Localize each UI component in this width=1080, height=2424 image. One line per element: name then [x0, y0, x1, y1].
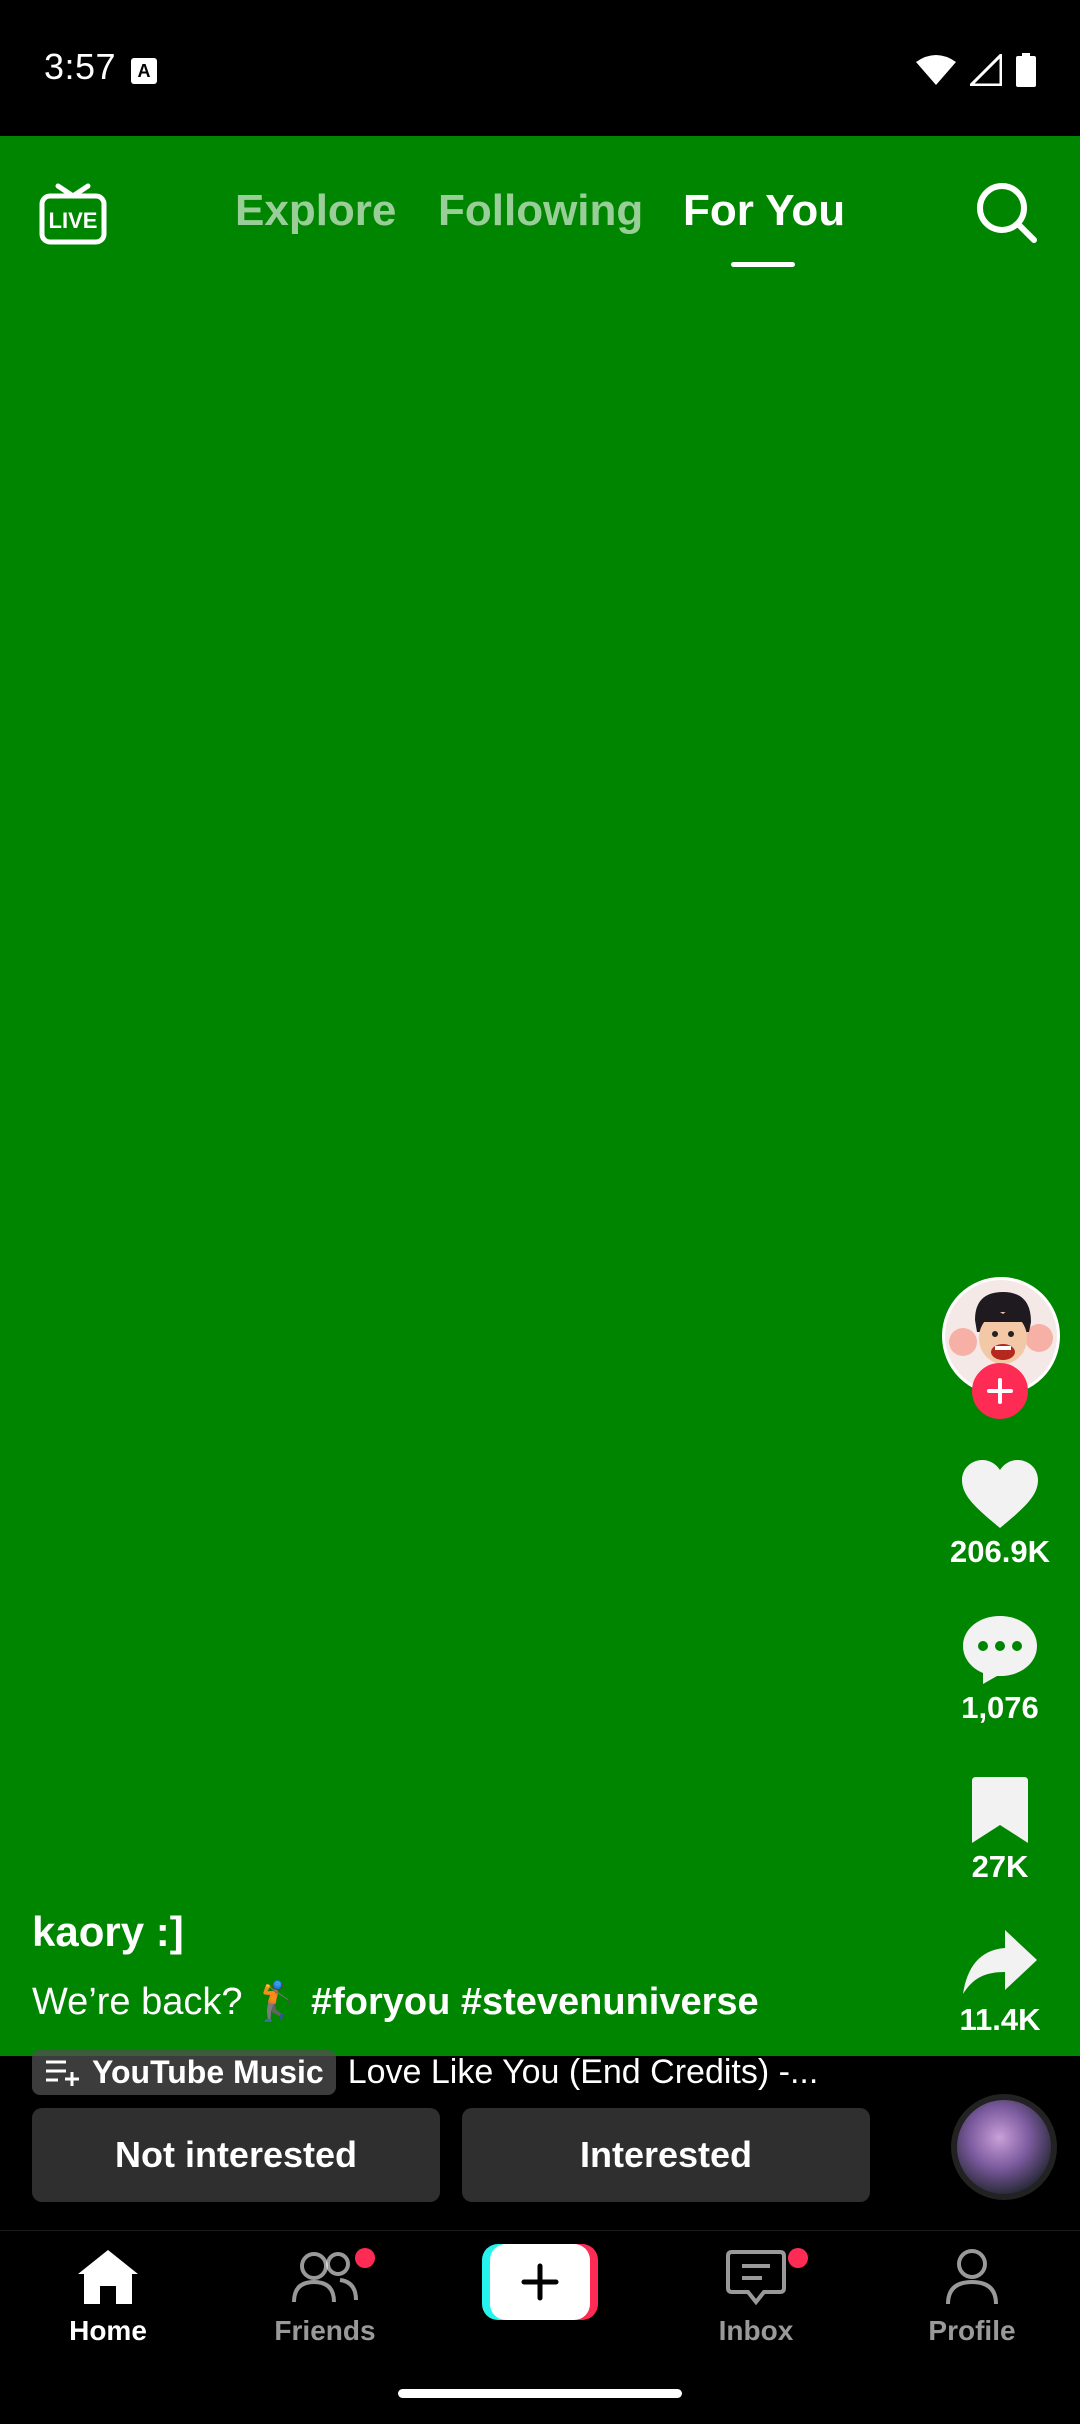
creator-username[interactable]: kaory :] — [32, 1908, 184, 1956]
caption-hashtags[interactable]: #foryou #stevenuniverse — [311, 1981, 759, 2023]
creator-avatar-group — [942, 1277, 1060, 1419]
youtube-music-chip[interactable]: YouTube Music — [32, 2049, 336, 2095]
like-button[interactable]: 206.9K — [930, 1458, 1070, 1570]
plus-icon — [987, 1378, 1013, 1404]
interested-button[interactable]: Interested — [462, 2108, 870, 2202]
notification-icon: A — [131, 58, 157, 84]
tab-following[interactable]: Following — [438, 186, 643, 236]
video-player[interactable] — [0, 136, 1080, 2056]
tab-for-you[interactable]: For You — [683, 186, 845, 236]
add-to-playlist-icon — [46, 2060, 79, 2086]
search-icon — [977, 183, 1037, 243]
plus-icon — [521, 2263, 559, 2301]
inbox-notification-dot — [788, 2248, 808, 2268]
home-icon — [78, 2250, 138, 2304]
tab-explore[interactable]: Explore — [235, 186, 396, 236]
song-title[interactable]: Love Like You (End Credits) -... — [348, 2053, 819, 2092]
nav-profile-label: Profile — [928, 2315, 1016, 2346]
comment-count: 1,076 — [961, 1690, 1039, 1725]
music-row[interactable]: YouTube Music Love Like You (End Credits… — [32, 2046, 818, 2098]
nav-friends-label: Friends — [274, 2315, 376, 2346]
bookmark-icon — [972, 1777, 1028, 1843]
youtube-music-label: YouTube Music — [92, 2053, 324, 2090]
active-tab-indicator — [731, 262, 795, 267]
status-icons — [916, 52, 1036, 88]
inbox-icon — [726, 2250, 786, 2306]
profile-icon — [946, 2249, 998, 2305]
music-disc[interactable] — [951, 2094, 1057, 2200]
status-bar: 3:57 A — [0, 0, 1080, 136]
nav-inbox[interactable]: Inbox — [676, 2248, 836, 2347]
create-button[interactable] — [482, 2244, 598, 2320]
share-button[interactable]: 11.4K — [930, 1928, 1070, 2038]
battery-icon — [1016, 53, 1036, 87]
search-button[interactable] — [974, 180, 1040, 246]
share-count: 11.4K — [959, 2002, 1041, 2037]
nav-home[interactable]: Home — [28, 2248, 188, 2347]
heart-icon — [962, 1460, 1038, 1528]
nav-home-label: Home — [69, 2315, 147, 2346]
friends-icon — [292, 2252, 358, 2303]
nav-friends[interactable]: Friends — [245, 2248, 405, 2347]
comment-button[interactable]: 1,076 — [930, 1612, 1070, 1726]
save-count: 27K — [971, 1849, 1029, 1884]
signal-icon — [970, 54, 1002, 86]
caption-text: We’re back? 🏌 — [32, 1981, 301, 2023]
nav-inbox-label: Inbox — [718, 2315, 794, 2346]
feed-tabs: Explore Following For You — [0, 186, 1080, 256]
post-caption: We’re back? 🏌 #foryou #stevenuniverse — [32, 1980, 759, 2024]
share-arrow-icon — [963, 1930, 1037, 1994]
not-interested-button[interactable]: Not interested — [32, 2108, 440, 2202]
gesture-home-indicator[interactable] — [398, 2389, 682, 2398]
wifi-icon — [916, 55, 956, 85]
follow-button[interactable] — [972, 1363, 1028, 1419]
nav-profile[interactable]: Profile — [892, 2248, 1052, 2347]
like-count: 206.9K — [950, 1534, 1050, 1569]
friends-notification-dot — [355, 2248, 375, 2268]
comment-icon — [963, 1616, 1037, 1684]
save-button[interactable]: 27K — [930, 1775, 1070, 1885]
status-time: 3:57 — [44, 46, 117, 87]
